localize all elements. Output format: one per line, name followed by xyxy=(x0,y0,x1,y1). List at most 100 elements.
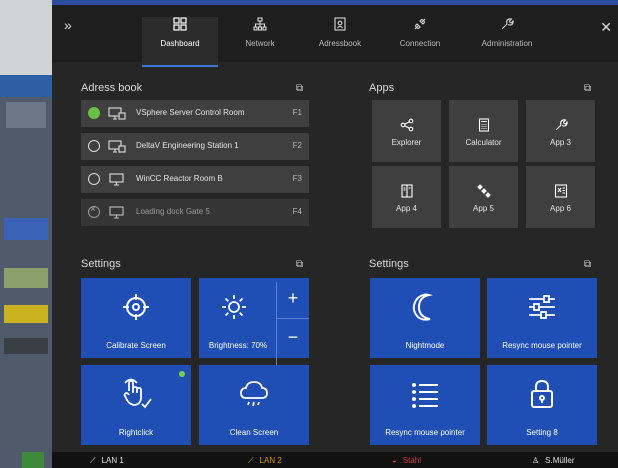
remote-monitor-icon xyxy=(108,140,126,153)
brightness-label: Brightness: 70% xyxy=(208,341,268,350)
brightness-decrease-button[interactable]: − xyxy=(277,318,309,358)
external-link-icon[interactable]: ⧉ xyxy=(584,83,591,94)
wifi-icon: ◒ xyxy=(392,456,397,465)
tab-network[interactable]: Network xyxy=(222,17,298,67)
moon-icon xyxy=(412,293,433,321)
connected-icon xyxy=(88,107,100,119)
resync-mouse-pointer-button-2[interactable]: Resync mouse pointer xyxy=(370,365,480,445)
settings-title: Settings xyxy=(81,258,121,270)
settings-title: Settings xyxy=(369,258,409,270)
sliders-icon xyxy=(529,295,555,319)
user-label: S.Müller xyxy=(545,456,575,465)
lock-icon xyxy=(531,379,553,408)
app-window-icon xyxy=(400,184,413,198)
network-icon xyxy=(253,17,267,31)
status-bar: ⟋ LAN 1 ⟋ LAN 2 ◒ Stahl ♙ S.Müller xyxy=(52,452,618,468)
user-icon: ♙ xyxy=(532,456,540,465)
app-tile-calculator[interactable]: Calculator xyxy=(449,100,518,162)
address-book-row[interactable]: VSphere Server Control Room F1 xyxy=(81,100,309,127)
tab-bar: » ✕ Dashboard Network Adressbook Connect… xyxy=(52,0,618,67)
app-tile-explorer[interactable]: Explorer xyxy=(372,100,441,162)
app-label: App 4 xyxy=(396,204,417,213)
tab-adressbook[interactable]: Adressbook xyxy=(302,17,378,67)
lan1-label: LAN 1 xyxy=(101,456,124,465)
user-status[interactable]: ♙ S.Müller xyxy=(532,456,575,465)
nightmode-button[interactable]: Nightmode xyxy=(370,278,480,358)
tab-label: Connection xyxy=(399,39,441,48)
rightclick-button[interactable]: Rightclick xyxy=(81,365,191,445)
app-tile-6[interactable]: App 6 xyxy=(526,166,595,228)
background-nav xyxy=(0,75,52,97)
idle-icon xyxy=(88,173,100,185)
wrench-icon xyxy=(501,18,514,30)
brightness-increase-button[interactable]: + xyxy=(277,278,309,318)
app-tile-5[interactable]: App 5 xyxy=(449,166,518,228)
background-graph xyxy=(4,268,48,288)
idle-icon xyxy=(88,140,100,152)
app-label: App 3 xyxy=(550,138,571,147)
wrench-icon xyxy=(555,119,568,131)
external-link-icon[interactable]: ⧉ xyxy=(296,83,303,94)
sun-icon xyxy=(222,295,246,319)
app-label: Explorer xyxy=(391,138,422,147)
external-link-icon[interactable]: ⧉ xyxy=(584,259,591,270)
brightness-tile[interactable]: Brightness: 70% + − xyxy=(199,278,309,366)
background-toolbar xyxy=(0,0,52,75)
share-icon xyxy=(400,118,413,132)
plug-icon: ⟋ xyxy=(248,456,254,465)
address-book-row-name: VSphere Server Control Room xyxy=(136,108,245,117)
plug-icon: ⟋ xyxy=(90,456,96,465)
dashboard-icon xyxy=(173,17,187,31)
setting-8-button[interactable]: Setting 8 xyxy=(487,365,597,445)
address-book-row-name: DeltaV Engineering Station 1 xyxy=(136,141,239,150)
connection-icon xyxy=(414,18,426,30)
address-book-row[interactable]: DeltaV Engineering Station 1 F2 xyxy=(81,133,309,160)
close-button[interactable]: ✕ xyxy=(600,19,612,36)
monitor-icon xyxy=(109,173,124,186)
expand-button[interactable]: » xyxy=(64,17,72,33)
app-label: Calculator xyxy=(465,138,502,147)
lan2-status[interactable]: ⟋ LAN 2 xyxy=(248,456,282,466)
unavailable-icon xyxy=(88,204,100,218)
tab-dashboard[interactable]: Dashboard xyxy=(142,17,218,67)
touch-hand-icon xyxy=(123,378,152,409)
tile-label: Calibrate Screen xyxy=(106,341,166,350)
addressbook-icon xyxy=(334,17,346,31)
address-book-row-name: Loading dock Gate 5 xyxy=(136,207,210,216)
tab-connection[interactable]: Connection xyxy=(382,17,458,67)
external-link-icon[interactable]: ⧉ xyxy=(296,259,303,270)
tile-label: Setting 8 xyxy=(526,428,558,437)
address-book-row-key: F1 xyxy=(292,108,302,117)
tab-label: Dashboard xyxy=(160,39,200,48)
lan1-status[interactable]: ⟋ LAN 1 xyxy=(90,456,124,466)
app-tile-4[interactable]: App 4 xyxy=(372,166,441,228)
background-warning xyxy=(4,305,48,323)
background-panel xyxy=(6,102,46,128)
address-book-row[interactable]: WinCC Reactor Room B F3 xyxy=(81,166,309,193)
lan2-label: LAN 2 xyxy=(259,456,282,465)
cloud-rain-icon xyxy=(240,381,268,407)
tile-label: Clean Screen xyxy=(229,428,279,437)
background-indicator xyxy=(4,218,48,240)
calibrate-screen-button[interactable]: Calibrate Screen xyxy=(81,278,191,358)
background-application xyxy=(0,0,52,468)
background-label xyxy=(4,338,48,354)
resync-mouse-pointer-button[interactable]: Resync mouse pointer xyxy=(487,278,597,358)
tab-label: Administration xyxy=(481,39,533,48)
active-indicator xyxy=(179,371,185,377)
monitor-icon xyxy=(109,206,124,219)
apps-title: Apps xyxy=(369,82,395,94)
address-book-row-key: F4 xyxy=(292,207,302,216)
crosshair-icon xyxy=(123,294,149,320)
list-icon xyxy=(412,383,438,408)
app-label: App 5 xyxy=(473,204,494,213)
app-tile-3[interactable]: App 3 xyxy=(526,100,595,162)
alarm-status[interactable]: ◒ Stahl xyxy=(392,456,421,465)
calculator-icon xyxy=(478,118,489,132)
tab-label: Network xyxy=(245,39,275,48)
clean-screen-button[interactable]: Clean Screen xyxy=(199,365,309,445)
address-book-row-name: WinCC Reactor Room B xyxy=(136,174,223,183)
tab-administration[interactable]: Administration xyxy=(462,17,552,67)
spreadsheet-icon xyxy=(554,184,567,198)
address-book-row[interactable]: Loading dock Gate 5 F4 xyxy=(81,199,309,226)
